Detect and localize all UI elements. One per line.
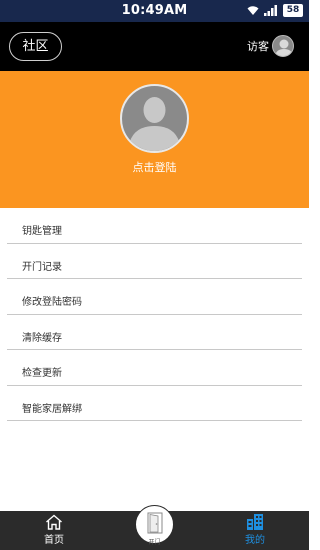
menu-item-label: 智能家居解绑 [22,403,82,415]
menu-item-check-update[interactable]: 检查更新 [7,350,302,386]
door-icon [147,512,163,534]
home-icon [46,514,62,530]
menu-item-clear-cache[interactable]: 清除缓存 [7,315,302,350]
default-avatar-icon [128,97,181,151]
settings-menu: 钥匙管理 开门记录 修改登陆密码 清除缓存 检查更新 智能家居解绑 [0,208,309,421]
tab-mine-label: 我的 [245,535,265,546]
status-bar: 10:49AM 58 [0,0,309,22]
community-button[interactable]: 社区 [9,32,62,61]
signal-icon [264,5,277,16]
open-door-button[interactable]: 开门 [135,505,174,546]
menu-item-smart-home-unbind[interactable]: 智能家居解绑 [7,386,302,421]
building-icon [247,514,263,530]
tab-home-label: 首页 [44,535,64,546]
profile-banner: 点击登陆 [0,71,309,208]
open-door-label: 开门 [148,539,161,546]
menu-item-door-records[interactable]: 开门记录 [7,244,302,279]
user-avatar[interactable] [120,84,189,153]
top-header: 社区 访客 [0,22,309,71]
menu-item-change-password[interactable]: 修改登陆密码 [7,279,302,315]
menu-item-label: 检查更新 [22,368,62,379]
wifi-icon [247,6,259,15]
menu-item-label: 钥匙管理 [22,226,62,237]
tab-mine[interactable]: 我的 [215,511,295,550]
menu-item-label: 修改登陆密码 [22,297,82,308]
default-avatar-icon [272,35,294,57]
menu-item-label: 清除缓存 [22,332,62,344]
menu-item-label: 开门记录 [22,261,62,273]
status-icons: 58 [247,4,303,17]
battery-icon: 58 [283,4,303,17]
tab-home[interactable]: 首页 [14,511,94,550]
visitor-account[interactable]: 访客 [247,35,294,57]
login-link[interactable]: 点击登陆 [0,159,309,175]
visitor-label: 访客 [247,40,269,53]
menu-item-key-management[interactable]: 钥匙管理 [7,208,302,244]
